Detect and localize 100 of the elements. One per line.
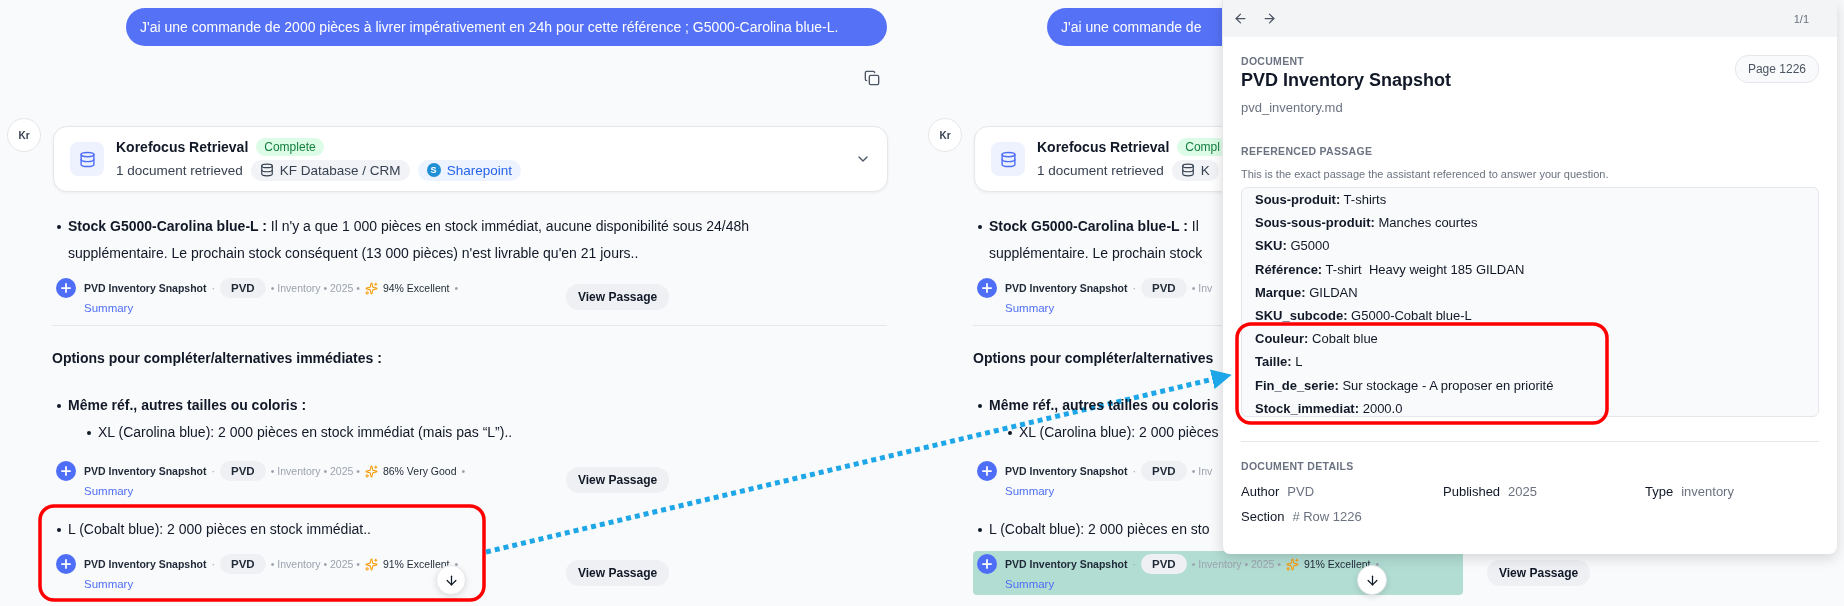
arrow-right-icon bbox=[1262, 11, 1277, 26]
view-passage-button[interactable]: View Passage bbox=[566, 560, 670, 586]
forward-button[interactable] bbox=[1262, 11, 1277, 26]
arrow-down-icon bbox=[443, 572, 459, 588]
plus-icon bbox=[980, 281, 994, 295]
source-chip[interactable]: K bbox=[1171, 159, 1219, 181]
sparkle-icon bbox=[1285, 557, 1299, 571]
plus-icon bbox=[59, 281, 73, 295]
arrow-down-icon bbox=[1364, 572, 1380, 588]
source-chip[interactable]: KF Database / CRM bbox=[250, 159, 410, 181]
passage-line: Référence: T-shirt Heavy weight 185 GILDAN bbox=[1255, 260, 1526, 279]
bullet-dot bbox=[57, 225, 61, 229]
section-label: DOCUMENT bbox=[1241, 55, 1306, 67]
sparkle-icon bbox=[364, 281, 378, 295]
citation-meta: • Inventory • 2025 • bbox=[270, 558, 360, 570]
file-name: pvd_inventory.md bbox=[1241, 100, 1344, 115]
database-icon bbox=[70, 142, 104, 176]
citation-title: PVD Inventory Snapshot bbox=[84, 465, 207, 477]
copy-icon bbox=[864, 70, 880, 86]
separator: · bbox=[1132, 282, 1137, 294]
citation-title: PVD Inventory Snapshot bbox=[1005, 465, 1128, 477]
separator: • bbox=[454, 558, 459, 570]
separator: • bbox=[461, 465, 466, 477]
bullet-dot bbox=[978, 404, 982, 408]
relevance-score: 91% Excellent bbox=[382, 558, 450, 570]
bullet-dot bbox=[1008, 431, 1012, 435]
summary-link[interactable]: Summary bbox=[1005, 302, 1055, 314]
citation-title: PVD Inventory Snapshot bbox=[1005, 282, 1128, 294]
passage-line: Sous-sous-produit: Manches courtes bbox=[1255, 214, 1479, 233]
source-chip[interactable]: S Sharepoint bbox=[417, 159, 521, 181]
view-passage-button[interactable]: View Passage bbox=[1487, 560, 1591, 586]
passage-line: Fin_de_serie: Sur stockage - A proposer en priorité bbox=[1255, 376, 1555, 395]
citation-title: PVD Inventory Snapshot bbox=[1005, 558, 1128, 570]
summary-link[interactable]: Summary bbox=[1005, 578, 1055, 590]
section-label: DOCUMENT DETAILS bbox=[1241, 460, 1355, 472]
bullet-text: Stock G5000-Carolina blue-L : Il n'y a que 1 000 pièces en stock immédiat, aucune disponibilité sous 24/48h supplémentaire. Le prochain stock conséquent (13 000 pièces) n'est livrable qu'en 21 jours.. bbox=[68, 218, 749, 261]
bullet-text: Même réf., autres tailles ou coloris : bbox=[68, 397, 307, 413]
relevance-score: 86% Very Good bbox=[382, 465, 457, 477]
view-passage-button[interactable]: View Passage bbox=[566, 467, 670, 493]
detail-field: Published 2025 bbox=[1443, 484, 1645, 499]
assistant-avatar: Kr bbox=[928, 118, 962, 152]
citation-title: PVD Inventory Snapshot bbox=[84, 282, 207, 294]
passage-line: Taille: L bbox=[1255, 353, 1304, 372]
retrieval-summary: 1 document retrieved bbox=[116, 162, 243, 178]
source-tag: PVD bbox=[220, 278, 266, 298]
bullet-text: Stock G5000-Carolina blue-L : Il supplémentaire. Le prochain stock bbox=[989, 218, 1203, 261]
view-passage-button[interactable]: View Passage bbox=[566, 284, 670, 310]
bullet-dot bbox=[978, 528, 982, 532]
passage-line: Stock_immediat: 2000.0 bbox=[1255, 399, 1404, 416]
separator: · bbox=[211, 465, 216, 477]
retrieval-summary: 1 document retrieved bbox=[1037, 162, 1164, 178]
source-tag: PVD bbox=[220, 461, 266, 481]
separator: · bbox=[1132, 558, 1137, 570]
detail-field: Author PVD bbox=[1241, 484, 1443, 499]
separator: • bbox=[454, 282, 459, 294]
relevance-score: 91% Excellent bbox=[1303, 558, 1371, 570]
separator: · bbox=[211, 282, 216, 294]
summary-link[interactable]: Summary bbox=[1005, 485, 1055, 497]
database-icon bbox=[1180, 163, 1195, 177]
arrow-left-icon bbox=[1233, 11, 1248, 26]
bullet-dot bbox=[57, 404, 61, 408]
section-heading: Options pour compléter/alternatives bbox=[973, 350, 1214, 366]
bullet-dot bbox=[57, 528, 61, 532]
plus-button[interactable] bbox=[977, 278, 997, 298]
bullet-text: L (Cobalt blue): 2 000 pièces en stock immédiat.. bbox=[68, 521, 371, 537]
user-message: J'ai une commande de 2000 pièces à livrer impérativement en 24h pour cette référence ; G5000-Carolina blue-L. bbox=[126, 8, 887, 46]
bullet-text: Même réf., autres tailles ou coloris bbox=[989, 397, 1219, 413]
source-tag: PVD bbox=[1141, 554, 1187, 574]
detail-field: Type inventory bbox=[1645, 484, 1819, 499]
passage-line: SKU: G5000 bbox=[1255, 237, 1331, 256]
bullet-dot bbox=[978, 225, 982, 229]
citation-meta: • Inv bbox=[1191, 465, 1213, 477]
summary-link[interactable]: Summary bbox=[84, 578, 134, 590]
sparkle-icon bbox=[364, 557, 378, 571]
plus-button[interactable] bbox=[56, 278, 76, 298]
database-icon bbox=[991, 142, 1025, 176]
citation-meta: • Inventory • 2025 • bbox=[270, 465, 360, 477]
passage-line: Sous-produit: T-shirts bbox=[1255, 191, 1388, 209]
plus-button[interactable] bbox=[977, 554, 997, 574]
passage-line: Couleur: Cobalt blue bbox=[1255, 330, 1379, 349]
status-badge: Complete bbox=[256, 137, 324, 156]
section-label: REFERENCED PASSAGE bbox=[1241, 145, 1374, 157]
bullet-text: L (Cobalt blue): 2 000 pièces en sto bbox=[989, 521, 1210, 537]
back-button[interactable] bbox=[1233, 11, 1248, 26]
plus-button[interactable] bbox=[56, 461, 76, 481]
assistant-avatar: Kr bbox=[7, 118, 41, 152]
bullet-text: XL (Carolina blue): 2 000 pièces en stock immédiat (mais pas “L”).. bbox=[98, 424, 513, 440]
sparkle-icon bbox=[364, 464, 378, 478]
plus-button[interactable] bbox=[977, 461, 997, 481]
database-icon bbox=[259, 163, 274, 177]
passage-line: SKU_subcode: G5000-Cobalt blue-L bbox=[1255, 307, 1473, 325]
plus-button[interactable] bbox=[56, 554, 76, 574]
page-counter: 1/1 bbox=[1793, 12, 1809, 25]
passage-line: Marque: GILDAN bbox=[1255, 283, 1359, 302]
bullet-dot bbox=[87, 431, 91, 435]
plus-icon bbox=[59, 464, 73, 478]
summary-link[interactable]: Summary bbox=[84, 302, 134, 314]
summary-link[interactable]: Summary bbox=[84, 485, 134, 497]
separator: • bbox=[1375, 558, 1380, 570]
citation-title: PVD Inventory Snapshot bbox=[84, 558, 207, 570]
